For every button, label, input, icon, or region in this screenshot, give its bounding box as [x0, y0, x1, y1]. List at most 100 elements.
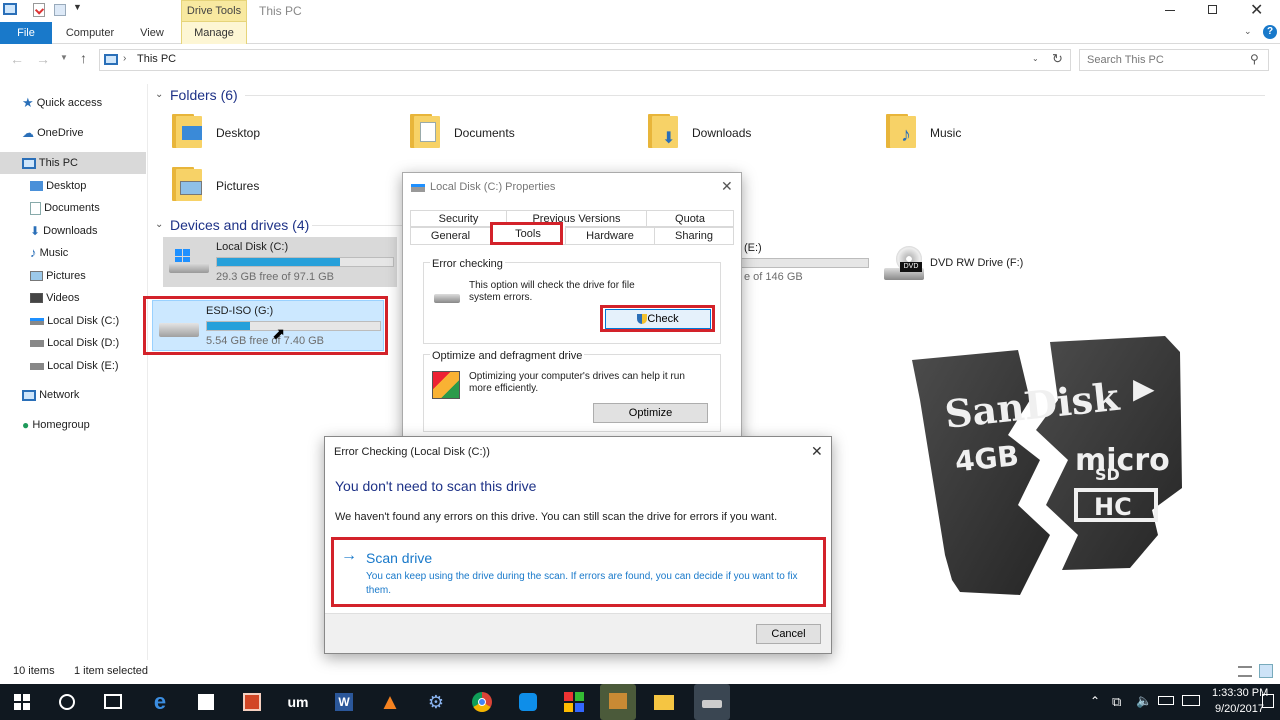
address-box[interactable]: › This PC ⌄ ↻: [99, 49, 1071, 71]
recent-chevron-icon[interactable]: ▼: [60, 53, 68, 62]
drive-app-icon[interactable]: [694, 684, 730, 720]
drive-label[interactable]: (E:): [744, 242, 762, 254]
nav-item-this-pc[interactable]: This PC: [0, 152, 146, 174]
forward-icon[interactable]: →: [36, 51, 50, 67]
ribbon-collapse-icon[interactable]: ⌄: [1244, 26, 1252, 37]
windows-start-icon[interactable]: [14, 694, 30, 710]
desktop-icon: [30, 181, 43, 192]
tab-view[interactable]: View: [130, 22, 174, 44]
powerpoint-icon[interactable]: [238, 688, 266, 716]
error-checking-title: Error checking: [430, 258, 505, 270]
nav-item-pictures[interactable]: Pictures: [30, 265, 86, 287]
close-icon[interactable]: ✕: [811, 443, 823, 460]
cortana-icon[interactable]: [59, 694, 75, 710]
refresh-icon[interactable]: ↻: [1052, 51, 1063, 67]
tab-computer[interactable]: Computer: [56, 22, 124, 44]
sd-capacity: 4GB: [953, 439, 1020, 478]
search-box[interactable]: Search This PC ⚲: [1079, 49, 1269, 71]
nav-item-local-disk-e[interactable]: Local Disk (E:): [30, 355, 119, 377]
drives-collapse-icon[interactable]: ⌄: [155, 219, 163, 230]
nav-label: Local Disk (D:): [47, 337, 120, 349]
drive-label: DVD RW Drive (F:): [930, 257, 1024, 269]
app-grid-icon[interactable]: [560, 688, 588, 716]
edge-icon[interactable]: e: [146, 688, 174, 716]
status-item-count: 10 items: [13, 665, 55, 677]
vlc-icon[interactable]: ▲: [376, 688, 404, 716]
maximize-icon[interactable]: [1208, 5, 1217, 14]
windows-drive-icon: [169, 249, 211, 277]
tab-hardware[interactable]: Hardware: [565, 228, 655, 245]
file-explorer-icon[interactable]: [650, 688, 678, 716]
tray-chevron-icon[interactable]: ⌃: [1090, 694, 1100, 708]
cancel-button[interactable]: Cancel: [756, 624, 821, 644]
drive-small-icon: [411, 184, 425, 192]
nav-item-local-disk-c[interactable]: Local Disk (C:): [30, 310, 119, 332]
sd-play-icon: ▶: [1133, 372, 1155, 405]
help-icon[interactable]: ?: [1263, 25, 1277, 39]
nav-label: Local Disk (C:): [47, 315, 120, 327]
action-center-icon[interactable]: [1262, 694, 1274, 708]
active-app-icon[interactable]: [600, 684, 636, 720]
breadcrumb[interactable]: This PC: [137, 53, 176, 65]
nav-item-documents[interactable]: Documents: [30, 197, 100, 219]
clock-date[interactable]: 9/20/2017: [1215, 703, 1264, 715]
drive-item-dvd[interactable]: DVD DVD RW Drive (F:): [882, 244, 1052, 284]
task-view-icon[interactable]: [104, 694, 122, 709]
nav-label: Desktop: [46, 180, 87, 192]
nav-item-local-disk-d[interactable]: Local Disk (D:): [30, 332, 119, 354]
tab-general[interactable]: General: [411, 228, 491, 245]
mouse-cursor-icon: ⬈: [272, 326, 286, 343]
teamviewer-icon[interactable]: [514, 688, 542, 716]
store-icon[interactable]: [192, 688, 220, 716]
nav-item-music[interactable]: ♪ Music: [30, 242, 68, 264]
new-folder-icon[interactable]: [54, 4, 66, 16]
tiles-view-icon[interactable]: [1259, 664, 1273, 678]
filmora-icon[interactable]: um: [284, 688, 312, 716]
sd-card-image: SanDisk ▶ 4GB micro SD HC: [912, 336, 1182, 595]
chevron-down-icon[interactable]: ▼: [73, 2, 82, 12]
folders-collapse-icon[interactable]: ⌄: [155, 89, 163, 100]
nav-item-quick-access[interactable]: ★ Quick access: [22, 92, 102, 114]
drive-item-local-disk-c[interactable]: Local Disk (C:) 29.3 GB free of 97.1 GB: [163, 237, 397, 287]
tab-manage[interactable]: Manage: [181, 22, 247, 44]
clock-time[interactable]: 1:33:30 PM: [1212, 687, 1268, 699]
folder-item-pictures[interactable]: Pictures: [172, 167, 372, 207]
nav-label: OneDrive: [37, 127, 84, 139]
app-icon[interactable]: ⚙: [422, 688, 450, 716]
folder-label: Documents: [454, 126, 515, 140]
nav-item-onedrive[interactable]: ☁ OneDrive: [22, 122, 84, 144]
battery-icon[interactable]: [1158, 696, 1174, 705]
folder-item-music[interactable]: ♪ Music: [886, 114, 1086, 154]
details-view-icon[interactable]: [1238, 666, 1252, 677]
drives-header[interactable]: Devices and drives (4): [170, 217, 309, 233]
keyboard-icon[interactable]: [1182, 695, 1200, 706]
nav-item-videos[interactable]: Videos: [30, 287, 80, 309]
tab-file[interactable]: File: [0, 22, 52, 44]
tab-quota[interactable]: Quota: [647, 211, 733, 227]
address-dropdown-icon[interactable]: ⌄: [1032, 54, 1039, 63]
tab-sharing[interactable]: Sharing: [655, 228, 733, 245]
chrome-icon[interactable]: [468, 688, 496, 716]
minimize-icon[interactable]: [1165, 10, 1175, 11]
close-icon[interactable]: ✕: [1250, 0, 1263, 20]
close-icon[interactable]: ✕: [721, 178, 733, 195]
folder-item-desktop[interactable]: Desktop: [172, 114, 372, 154]
folder-item-downloads[interactable]: ⬇ Downloads: [648, 114, 848, 154]
optimize-button[interactable]: Optimize: [593, 403, 708, 423]
volume-icon[interactable]: 🔈: [1136, 693, 1152, 709]
word-icon[interactable]: W: [330, 688, 358, 716]
wifi-icon[interactable]: ⧉: [1112, 694, 1121, 710]
search-input[interactable]: Search This PC: [1087, 54, 1164, 66]
properties-icon[interactable]: [33, 3, 45, 17]
folders-header[interactable]: Folders (6): [170, 87, 238, 103]
nav-item-downloads[interactable]: ⬇ Downloads: [30, 220, 98, 242]
up-icon[interactable]: ↑: [80, 50, 87, 66]
folder-item-documents[interactable]: Documents: [410, 114, 610, 154]
search-icon[interactable]: ⚲: [1250, 52, 1259, 66]
drive-free-text: e of 146 GB: [744, 271, 803, 283]
nav-item-desktop[interactable]: Desktop: [30, 175, 86, 197]
folder-icon: [410, 114, 442, 148]
back-icon[interactable]: ←: [10, 51, 24, 67]
nav-item-homegroup[interactable]: ● Homegroup: [22, 414, 90, 436]
nav-item-network[interactable]: Network: [22, 384, 79, 406]
